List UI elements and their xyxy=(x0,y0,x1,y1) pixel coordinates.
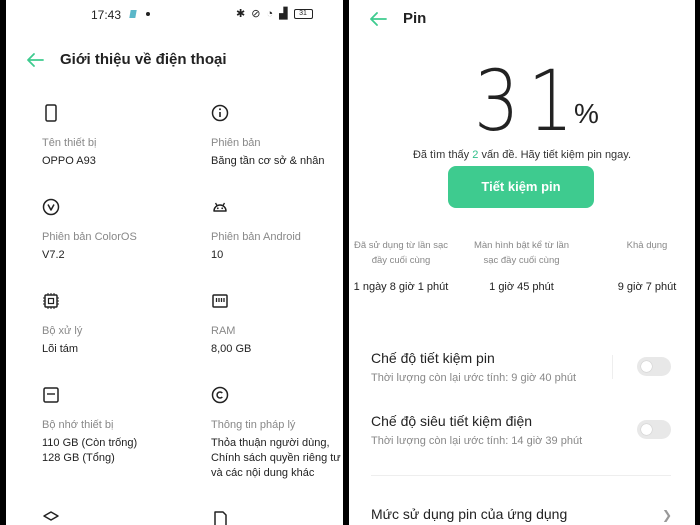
stat-label-line: đầy cuối cùng xyxy=(371,255,431,266)
item-label: Phiên bản Android xyxy=(211,231,301,243)
toggle-knob xyxy=(641,424,652,435)
value-line: 128 GB (Tổng) xyxy=(42,452,115,464)
item-label: Phiên bản ColorOS xyxy=(42,231,137,243)
signal-icon: ▟ xyxy=(279,8,288,20)
item-label: Phiên bản xyxy=(211,137,261,149)
stat-screen-on: Màn hình bật kể từ lần sạc đầy cuối cùng… xyxy=(469,238,574,293)
power-saving-toggle[interactable] xyxy=(637,357,671,376)
percent-sign: % xyxy=(574,98,599,129)
coloros-version-item[interactable]: Phiên bản ColorOS V7.2 xyxy=(42,198,202,263)
value-line: 110 GB (Còn trống) xyxy=(42,437,138,449)
phone-icon xyxy=(45,104,57,122)
info-icon xyxy=(211,104,229,122)
status-icons: ✱ ⊘ ◔ ▟ 31 xyxy=(236,7,313,20)
save-battery-button[interactable]: Tiết kiệm pin xyxy=(448,166,594,208)
value-line: Thỏa thuận người dùng, xyxy=(211,437,330,449)
battery-icon: 31 xyxy=(293,8,313,19)
super-power-saving-mode-row[interactable]: Chế độ siêu tiết kiệm điện Thời lượng cò… xyxy=(371,413,671,447)
item-label: Bộ xử lý xyxy=(42,325,83,337)
mode-subtitle: Thời lượng còn lại ước tính: 14 giờ 39 p… xyxy=(371,435,583,447)
item-label: Thông tin pháp lý xyxy=(211,419,296,431)
layers-icon xyxy=(43,511,59,521)
stat-value: 1 giờ 45 phút xyxy=(489,281,554,293)
version-item[interactable]: Phiên bản Băng tần cơ sở & nhân xyxy=(211,104,343,169)
sim-card-icon xyxy=(214,511,227,525)
android-icon xyxy=(213,202,227,212)
item-value: 8,00 GB xyxy=(211,343,252,355)
android-version-item[interactable]: Phiên bản Android 10 xyxy=(211,198,343,263)
super-power-saving-toggle[interactable] xyxy=(637,420,671,439)
ram-item[interactable]: RAM 8,00 GB xyxy=(211,292,343,357)
stat-label-line xyxy=(599,253,695,268)
issues-suffix: vấn đề. Hãy tiết kiệm pin ngay. xyxy=(481,149,632,161)
value-line: Chính sách quyền riêng tư xyxy=(211,452,341,464)
toggle-knob xyxy=(641,361,652,372)
item-label: Tên thiết bị xyxy=(42,137,97,149)
stat-label: Khả dụng xyxy=(599,238,695,268)
stat-available: Khả dụng 9 giờ 7 phút xyxy=(599,238,695,293)
status-time: 17:43 xyxy=(91,8,122,22)
page-title: Pin xyxy=(403,10,427,27)
stat-value: 1 ngày 8 giờ 1 phút xyxy=(353,281,449,293)
item-value: V7.2 xyxy=(42,249,65,261)
ram-icon xyxy=(212,294,228,308)
notification-dot-icon xyxy=(146,12,150,16)
back-arrow-icon[interactable] xyxy=(25,52,45,68)
item-value: 110 GB (Còn trống) 128 GB (Tổng) xyxy=(42,436,202,466)
issues-count: 2 xyxy=(472,149,479,161)
device-name-item[interactable]: Tên thiết bị OPPO A93 xyxy=(42,104,202,169)
coloros-icon xyxy=(42,198,60,216)
item-label: RAM xyxy=(211,325,236,337)
processor-item[interactable]: Bộ xử lý Lõi tám xyxy=(42,292,202,357)
wifi-icon: ◔ xyxy=(266,7,274,20)
item-value: Thỏa thuận người dùng, Chính sách quyền … xyxy=(211,436,343,481)
about-phone-screen: 17:43 ✱ ⊘ ◔ ▟ 31 Giới thiệu về điện thoạ… xyxy=(6,0,343,525)
mode-subtitle: Thời lượng còn lại ước tính: 9 giờ 40 ph… xyxy=(371,372,577,384)
item-label: Bộ nhớ thiết bị xyxy=(42,419,114,431)
divider xyxy=(371,475,671,476)
processor-icon xyxy=(43,293,59,309)
stat-since-full-charge: Đã sử dụng từ lần sạc đầy cuối cùng 1 ng… xyxy=(349,238,453,293)
app-battery-usage-link[interactable]: Mức sử dụng pin của ứng dụng xyxy=(371,506,567,522)
copyright-icon xyxy=(211,386,229,404)
issues-prefix: Đã tìm thấy xyxy=(412,149,470,161)
mode-title: Chế độ siêu tiết kiệm điện xyxy=(371,413,533,429)
chevron-right-icon: ❯ xyxy=(662,508,673,522)
storage-item[interactable]: Bộ nhớ thiết bị 110 GB (Còn trống) 128 G… xyxy=(42,386,202,466)
bluetooth-icon: ✱ xyxy=(236,8,246,20)
item-value: OPPO A93 xyxy=(42,155,96,167)
item-value: Lõi tám xyxy=(42,343,79,355)
battery-screen: Pin 31 % Đã tìm thấy 2 vấn đề. Hãy tiết … xyxy=(349,0,695,525)
mode-title: Chế độ tiết kiệm pin xyxy=(371,350,495,366)
stat-label: Màn hình bật kể từ lần sạc đầy cuối cùng xyxy=(469,238,574,268)
legal-info-item[interactable]: Thông tin pháp lý Thỏa thuận người dùng,… xyxy=(211,386,343,481)
issues-message: Đã tìm thấy 2 vấn đề. Hãy tiết kiệm pin … xyxy=(349,149,695,161)
silent-icon: ⊘ xyxy=(251,8,261,20)
value-line: và các nội dung khác xyxy=(211,467,315,479)
stat-label: Đã sử dụng từ lần sạc đầy cuối cùng xyxy=(349,238,453,268)
page-title: Giới thiệu về điện thoại xyxy=(60,51,227,68)
stat-label-line: sạc đầy cuối cùng xyxy=(483,255,560,266)
divider xyxy=(612,355,613,379)
battery-percent: 31 xyxy=(474,52,582,150)
storage-icon xyxy=(43,387,59,403)
stat-label-line: Đã sử dụng từ lần sạc xyxy=(353,240,449,251)
back-arrow-icon[interactable] xyxy=(368,11,388,27)
notification-icon xyxy=(129,10,137,18)
item-value: 10 xyxy=(211,249,224,261)
power-saving-mode-row[interactable]: Chế độ tiết kiệm pin Thời lượng còn lại … xyxy=(371,350,671,384)
status-bar: 17:43 ✱ ⊘ ◔ ▟ 31 xyxy=(6,0,343,30)
stat-label-line: Màn hình bật kể từ lần xyxy=(473,240,570,251)
stat-label-line: Khả dụng xyxy=(626,240,668,251)
item-value: Băng tần cơ sở & nhân xyxy=(211,155,325,167)
stat-value: 9 giờ 7 phút xyxy=(617,281,677,293)
